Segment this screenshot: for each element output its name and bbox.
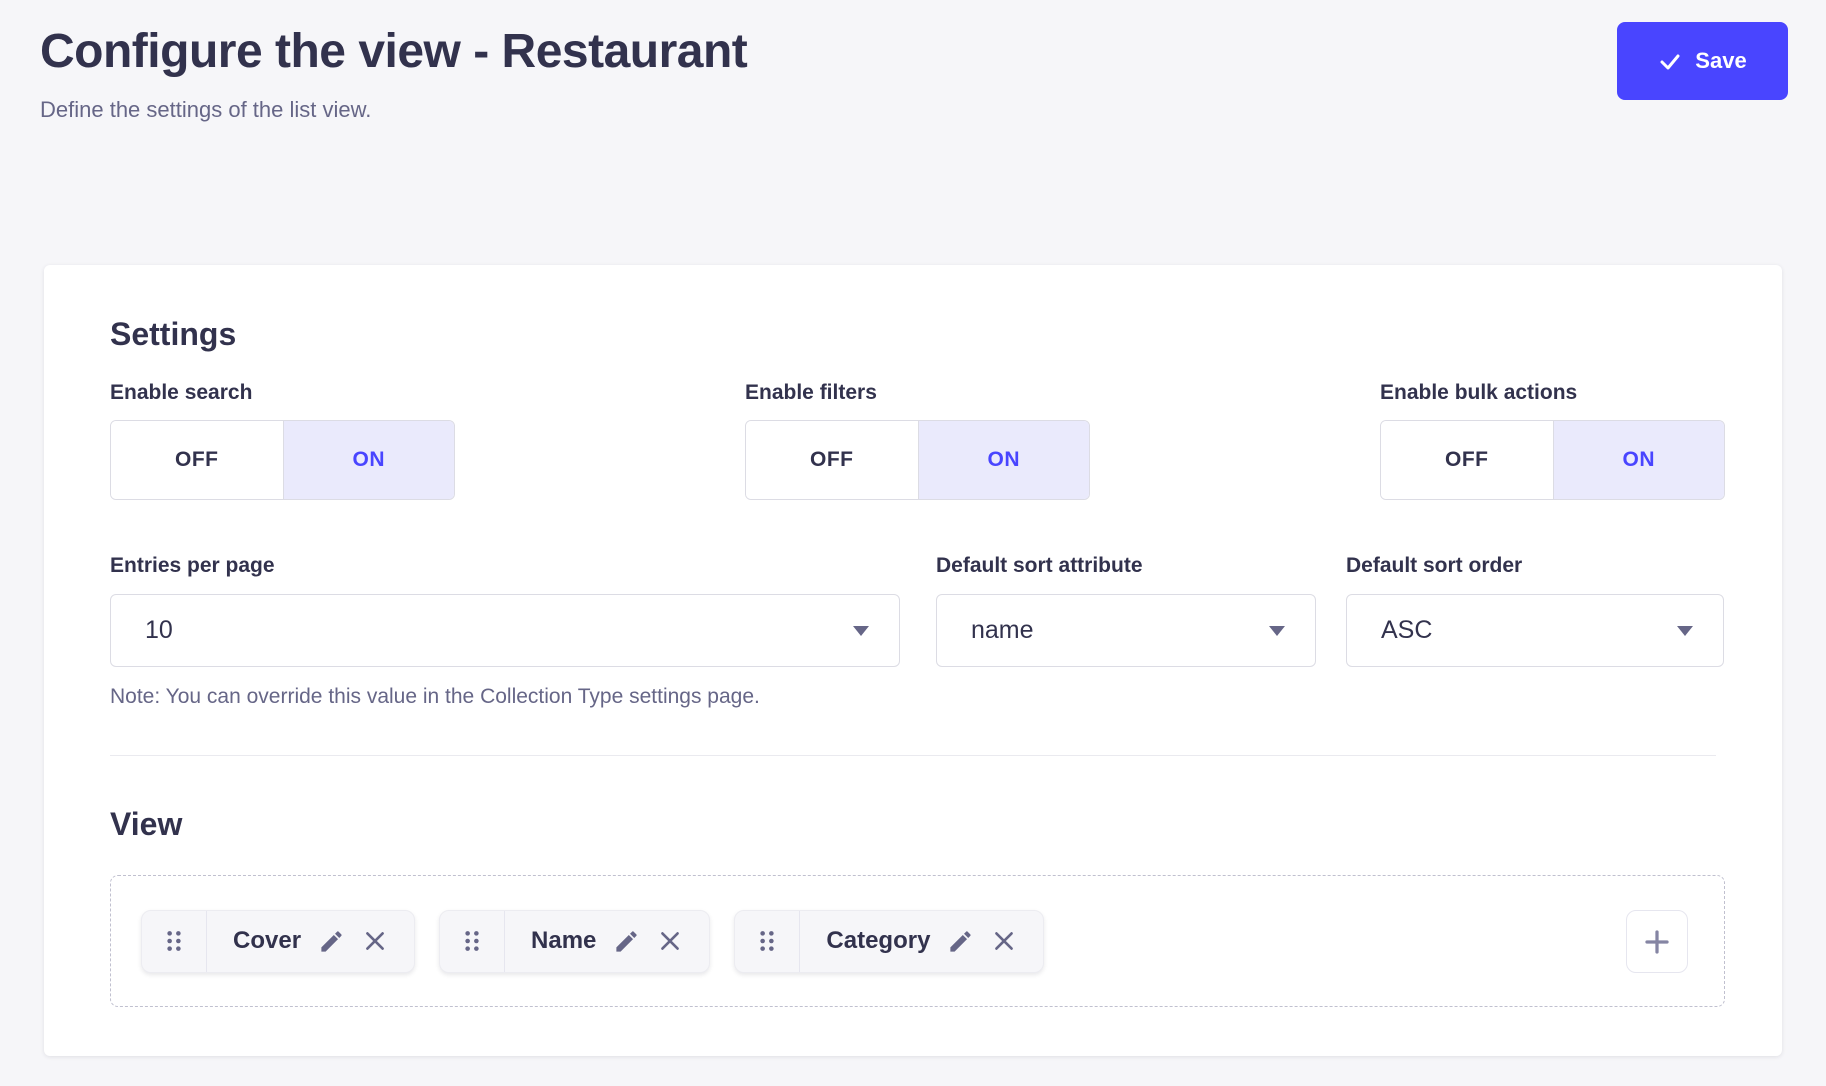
- pencil-icon: [947, 928, 974, 955]
- page-subtitle: Define the settings of the list view.: [40, 97, 371, 123]
- chevron-down-icon: [1677, 626, 1693, 636]
- enable-search-toggle: OFF ON: [110, 420, 455, 500]
- enable-search-on-option[interactable]: ON: [283, 421, 455, 499]
- default-sort-order-field: Default sort order ASC: [1346, 554, 1724, 667]
- edit-field-button[interactable]: [318, 928, 345, 955]
- view-heading: View: [110, 806, 182, 843]
- chip-body: Name: [505, 911, 709, 972]
- add-field-button[interactable]: [1626, 910, 1688, 973]
- entries-per-page-select[interactable]: 10: [110, 594, 900, 667]
- default-sort-order-value: ASC: [1381, 616, 1432, 645]
- default-sort-attribute-field: Default sort attribute name: [936, 554, 1316, 667]
- close-icon: [991, 928, 1017, 954]
- enable-bulk-actions-label: Enable bulk actions: [1380, 381, 1725, 405]
- close-icon: [362, 928, 388, 954]
- chevron-down-icon: [853, 626, 869, 636]
- save-button-label: Save: [1695, 48, 1746, 74]
- save-button[interactable]: Save: [1617, 22, 1788, 100]
- chip-label: Category: [826, 927, 930, 955]
- default-sort-attribute-select[interactable]: name: [936, 594, 1316, 667]
- edit-field-button[interactable]: [613, 928, 640, 955]
- drag-dots-icon: [463, 929, 481, 953]
- entries-per-page-field: Entries per page 10: [110, 554, 900, 667]
- field-chip-name[interactable]: Name: [439, 910, 710, 973]
- field-chip-category[interactable]: Category: [734, 910, 1044, 973]
- enable-search-field: Enable search OFF ON: [110, 381, 455, 500]
- pencil-icon: [613, 928, 640, 955]
- plus-icon: [1642, 927, 1672, 957]
- remove-field-button[interactable]: [657, 928, 683, 954]
- enable-filters-label: Enable filters: [745, 381, 1090, 405]
- drag-handle[interactable]: [440, 911, 504, 972]
- default-sort-attribute-value: name: [971, 616, 1034, 645]
- enable-filters-off-option[interactable]: OFF: [746, 421, 918, 499]
- enable-search-off-option[interactable]: OFF: [111, 421, 283, 499]
- entries-per-page-label: Entries per page: [110, 554, 900, 578]
- pencil-icon: [318, 928, 345, 955]
- section-divider: [110, 755, 1716, 756]
- enable-bulk-actions-on-option[interactable]: ON: [1553, 421, 1725, 499]
- drag-dots-icon: [165, 929, 183, 953]
- chevron-down-icon: [1269, 626, 1285, 636]
- configure-view-page: Configure the view - Restaurant Define t…: [0, 0, 1826, 1086]
- enable-filters-toggle: OFF ON: [745, 420, 1090, 500]
- enable-bulk-actions-toggle: OFF ON: [1380, 420, 1725, 500]
- default-sort-order-label: Default sort order: [1346, 554, 1724, 578]
- check-icon: [1658, 49, 1682, 73]
- default-sort-order-select[interactable]: ASC: [1346, 594, 1724, 667]
- enable-bulk-actions-field: Enable bulk actions OFF ON: [1380, 381, 1725, 500]
- enable-search-label: Enable search: [110, 381, 455, 405]
- close-icon: [657, 928, 683, 954]
- entries-per-page-value: 10: [145, 616, 173, 645]
- chip-label: Cover: [233, 927, 301, 955]
- remove-field-button[interactable]: [991, 928, 1017, 954]
- chip-body: Category: [800, 911, 1043, 972]
- entries-per-page-note: Note: You can override this value in the…: [110, 685, 760, 709]
- remove-field-button[interactable]: [362, 928, 388, 954]
- drag-handle[interactable]: [735, 911, 799, 972]
- drag-dots-icon: [758, 929, 776, 953]
- view-fields-dropzone: Cover: [110, 875, 1725, 1007]
- page-title: Configure the view - Restaurant: [40, 24, 747, 79]
- settings-heading: Settings: [110, 316, 236, 353]
- field-chip-cover[interactable]: Cover: [141, 910, 415, 973]
- default-sort-attribute-label: Default sort attribute: [936, 554, 1316, 578]
- settings-card: Settings Enable search OFF ON Enable fil…: [44, 265, 1782, 1056]
- enable-filters-field: Enable filters OFF ON: [745, 381, 1090, 500]
- drag-handle[interactable]: [142, 911, 206, 972]
- chip-label: Name: [531, 927, 596, 955]
- chip-body: Cover: [207, 911, 414, 972]
- enable-filters-on-option[interactable]: ON: [918, 421, 1090, 499]
- edit-field-button[interactable]: [947, 928, 974, 955]
- enable-bulk-actions-off-option[interactable]: OFF: [1381, 421, 1553, 499]
